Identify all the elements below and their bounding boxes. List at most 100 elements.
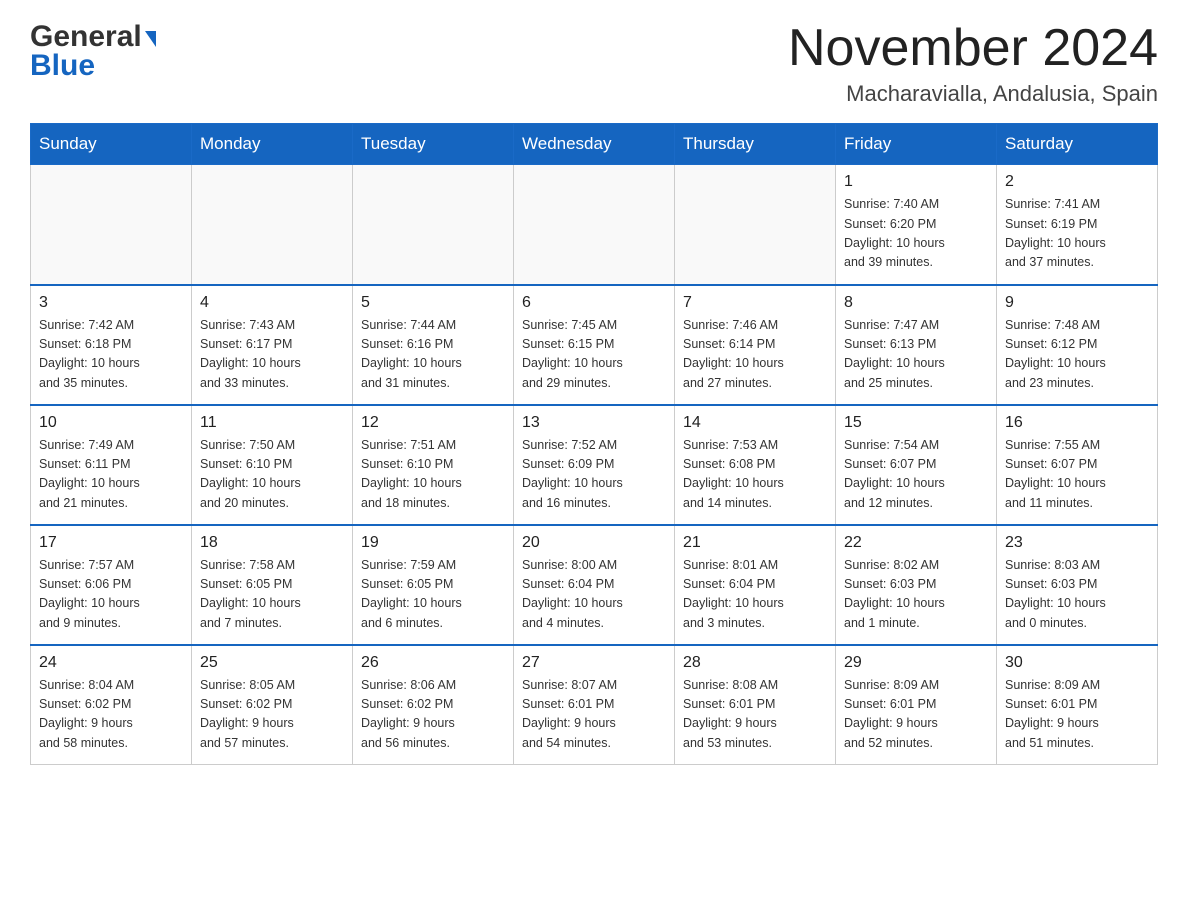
table-row: 11Sunrise: 7:50 AMSunset: 6:10 PMDayligh… — [192, 405, 353, 525]
day-info: Sunrise: 8:09 AMSunset: 6:01 PMDaylight:… — [1005, 676, 1149, 754]
table-row: 6Sunrise: 7:45 AMSunset: 6:15 PMDaylight… — [514, 285, 675, 405]
day-info: Sunrise: 7:47 AMSunset: 6:13 PMDaylight:… — [844, 316, 988, 394]
table-row: 5 Sunrise: 7:44 AMSunset: 6:16 PMDaylight… — [353, 285, 514, 405]
day-number: 21 — [683, 534, 827, 552]
day-number: 16 — [1005, 414, 1149, 432]
table-row: 12 Sunrise: 7:51 AMSunset: 6:10 PMDayligh… — [353, 405, 514, 525]
table-row: 30 Sunrise: 8:09 AMSunset: 6:01 PMDayligh… — [997, 645, 1158, 765]
table-row: 24 Sunrise: 8:04 AMSunset: 6:02 PMDayligh… — [31, 645, 192, 765]
calendar-week-row: 10 Sunrise: 7:49 AMSunset: 6:11 PMDayligh… — [31, 405, 1158, 525]
table-row: 16Sunrise: 7:55 AMSunset: 6:07 PMDayligh… — [997, 405, 1158, 525]
day-info: Sunrise: 7:57 AMSunset: 6:06 PMDaylight:… — [39, 556, 183, 634]
day-info: Sunrise: 7:43 AMSunset: 6:17 PMDaylight:… — [200, 316, 344, 394]
table-row: 4Sunrise: 7:43 AMSunset: 6:17 PMDaylight… — [192, 285, 353, 405]
col-sunday: Sunday — [31, 124, 192, 165]
table-row: 28 Sunrise: 8:08 AMSunset: 6:01 PMDayligh… — [675, 645, 836, 765]
day-info: Sunrise: 7:42 AMSunset: 6:18 PMDaylight:… — [39, 316, 183, 394]
day-info: Sunrise: 7:41 AMSunset: 6:19 PMDaylight:… — [1005, 195, 1149, 273]
calendar-location: Macharavialla, Andalusia, Spain — [788, 81, 1158, 107]
day-info: Sunrise: 8:00 AMSunset: 6:04 PMDaylight:… — [522, 556, 666, 634]
col-monday: Monday — [192, 124, 353, 165]
table-row: 18 Sunrise: 7:58 AMSunset: 6:05 PMDayligh… — [192, 525, 353, 645]
table-row — [514, 165, 675, 285]
col-saturday: Saturday — [997, 124, 1158, 165]
day-info: Sunrise: 7:49 AMSunset: 6:11 PMDaylight:… — [39, 436, 183, 514]
day-number: 30 — [1005, 654, 1149, 672]
day-number: 6 — [522, 294, 666, 312]
day-info: Sunrise: 8:07 AMSunset: 6:01 PMDaylight:… — [522, 676, 666, 754]
day-number: 19 — [361, 534, 505, 552]
table-row: 29 Sunrise: 8:09 AMSunset: 6:01 PMDayligh… — [836, 645, 997, 765]
table-row: 13 Sunrise: 7:52 AMSunset: 6:09 PMDayligh… — [514, 405, 675, 525]
day-info: Sunrise: 8:01 AMSunset: 6:04 PMDaylight:… — [683, 556, 827, 634]
day-info: Sunrise: 7:48 AMSunset: 6:12 PMDaylight:… — [1005, 316, 1149, 394]
col-tuesday: Tuesday — [353, 124, 514, 165]
table-row: 8 Sunrise: 7:47 AMSunset: 6:13 PMDaylight… — [836, 285, 997, 405]
day-number: 2 — [1005, 173, 1149, 191]
calendar-week-row: 24 Sunrise: 8:04 AMSunset: 6:02 PMDayligh… — [31, 645, 1158, 765]
day-info: Sunrise: 8:09 AMSunset: 6:01 PMDaylight:… — [844, 676, 988, 754]
col-thursday: Thursday — [675, 124, 836, 165]
page-header: General Blue November 2024 Macharavialla… — [30, 20, 1158, 107]
day-number: 18 — [200, 534, 344, 552]
day-info: Sunrise: 7:46 AMSunset: 6:14 PMDaylight:… — [683, 316, 827, 394]
table-row: 23 Sunrise: 8:03 AMSunset: 6:03 PMDayligh… — [997, 525, 1158, 645]
table-row — [353, 165, 514, 285]
day-info: Sunrise: 8:08 AMSunset: 6:01 PMDaylight:… — [683, 676, 827, 754]
day-number: 10 — [39, 414, 183, 432]
day-number: 23 — [1005, 534, 1149, 552]
col-wednesday: Wednesday — [514, 124, 675, 165]
day-info: Sunrise: 8:04 AMSunset: 6:02 PMDaylight:… — [39, 676, 183, 754]
table-row: 3 Sunrise: 7:42 AMSunset: 6:18 PMDaylight… — [31, 285, 192, 405]
calendar-week-row: 17Sunrise: 7:57 AMSunset: 6:06 PMDayligh… — [31, 525, 1158, 645]
table-row: 22 Sunrise: 8:02 AMSunset: 6:03 PMDayligh… — [836, 525, 997, 645]
table-row: 14 Sunrise: 7:53 AMSunset: 6:08 PMDayligh… — [675, 405, 836, 525]
day-number: 3 — [39, 294, 183, 312]
logo: General Blue — [30, 20, 156, 83]
day-info: Sunrise: 7:44 AMSunset: 6:16 PMDaylight:… — [361, 316, 505, 394]
day-number: 14 — [683, 414, 827, 432]
day-number: 13 — [522, 414, 666, 432]
day-number: 11 — [200, 414, 344, 432]
table-row: 15 Sunrise: 7:54 AMSunset: 6:07 PMDayligh… — [836, 405, 997, 525]
day-info: Sunrise: 8:03 AMSunset: 6:03 PMDaylight:… — [1005, 556, 1149, 634]
day-number: 27 — [522, 654, 666, 672]
logo-blue: Blue — [30, 49, 95, 83]
table-row — [192, 165, 353, 285]
day-number: 12 — [361, 414, 505, 432]
calendar-header-row: Sunday Monday Tuesday Wednesday Thursday… — [31, 124, 1158, 165]
day-info: Sunrise: 8:05 AMSunset: 6:02 PMDaylight:… — [200, 676, 344, 754]
table-row: 10 Sunrise: 7:49 AMSunset: 6:11 PMDayligh… — [31, 405, 192, 525]
day-number: 22 — [844, 534, 988, 552]
day-info: Sunrise: 7:51 AMSunset: 6:10 PMDaylight:… — [361, 436, 505, 514]
day-info: Sunrise: 7:59 AMSunset: 6:05 PMDaylight:… — [361, 556, 505, 634]
table-row: 21 Sunrise: 8:01 AMSunset: 6:04 PMDayligh… — [675, 525, 836, 645]
day-number: 15 — [844, 414, 988, 432]
day-number: 24 — [39, 654, 183, 672]
day-number: 28 — [683, 654, 827, 672]
day-info: Sunrise: 7:52 AMSunset: 6:09 PMDaylight:… — [522, 436, 666, 514]
table-row: 25 Sunrise: 8:05 AMSunset: 6:02 PMDayligh… — [192, 645, 353, 765]
table-row — [675, 165, 836, 285]
day-number: 20 — [522, 534, 666, 552]
calendar-week-row: 1Sunrise: 7:40 AMSunset: 6:20 PMDaylight… — [31, 165, 1158, 285]
day-info: Sunrise: 7:54 AMSunset: 6:07 PMDaylight:… — [844, 436, 988, 514]
day-info: Sunrise: 8:02 AMSunset: 6:03 PMDaylight:… — [844, 556, 988, 634]
table-row: 1Sunrise: 7:40 AMSunset: 6:20 PMDaylight… — [836, 165, 997, 285]
table-row: 17Sunrise: 7:57 AMSunset: 6:06 PMDayligh… — [31, 525, 192, 645]
day-info: Sunrise: 7:58 AMSunset: 6:05 PMDaylight:… — [200, 556, 344, 634]
col-friday: Friday — [836, 124, 997, 165]
day-info: Sunrise: 7:53 AMSunset: 6:08 PMDaylight:… — [683, 436, 827, 514]
day-number: 5 — [361, 294, 505, 312]
calendar-month-title: November 2024 — [788, 20, 1158, 77]
day-number: 7 — [683, 294, 827, 312]
table-row: 2 Sunrise: 7:41 AMSunset: 6:19 PMDaylight… — [997, 165, 1158, 285]
table-row: 26Sunrise: 8:06 AMSunset: 6:02 PMDayligh… — [353, 645, 514, 765]
day-number: 9 — [1005, 294, 1149, 312]
day-number: 25 — [200, 654, 344, 672]
day-number: 29 — [844, 654, 988, 672]
table-row: 9 Sunrise: 7:48 AMSunset: 6:12 PMDaylight… — [997, 285, 1158, 405]
table-row: 20 Sunrise: 8:00 AMSunset: 6:04 PMDayligh… — [514, 525, 675, 645]
day-number: 8 — [844, 294, 988, 312]
table-row: 27 Sunrise: 8:07 AMSunset: 6:01 PMDayligh… — [514, 645, 675, 765]
